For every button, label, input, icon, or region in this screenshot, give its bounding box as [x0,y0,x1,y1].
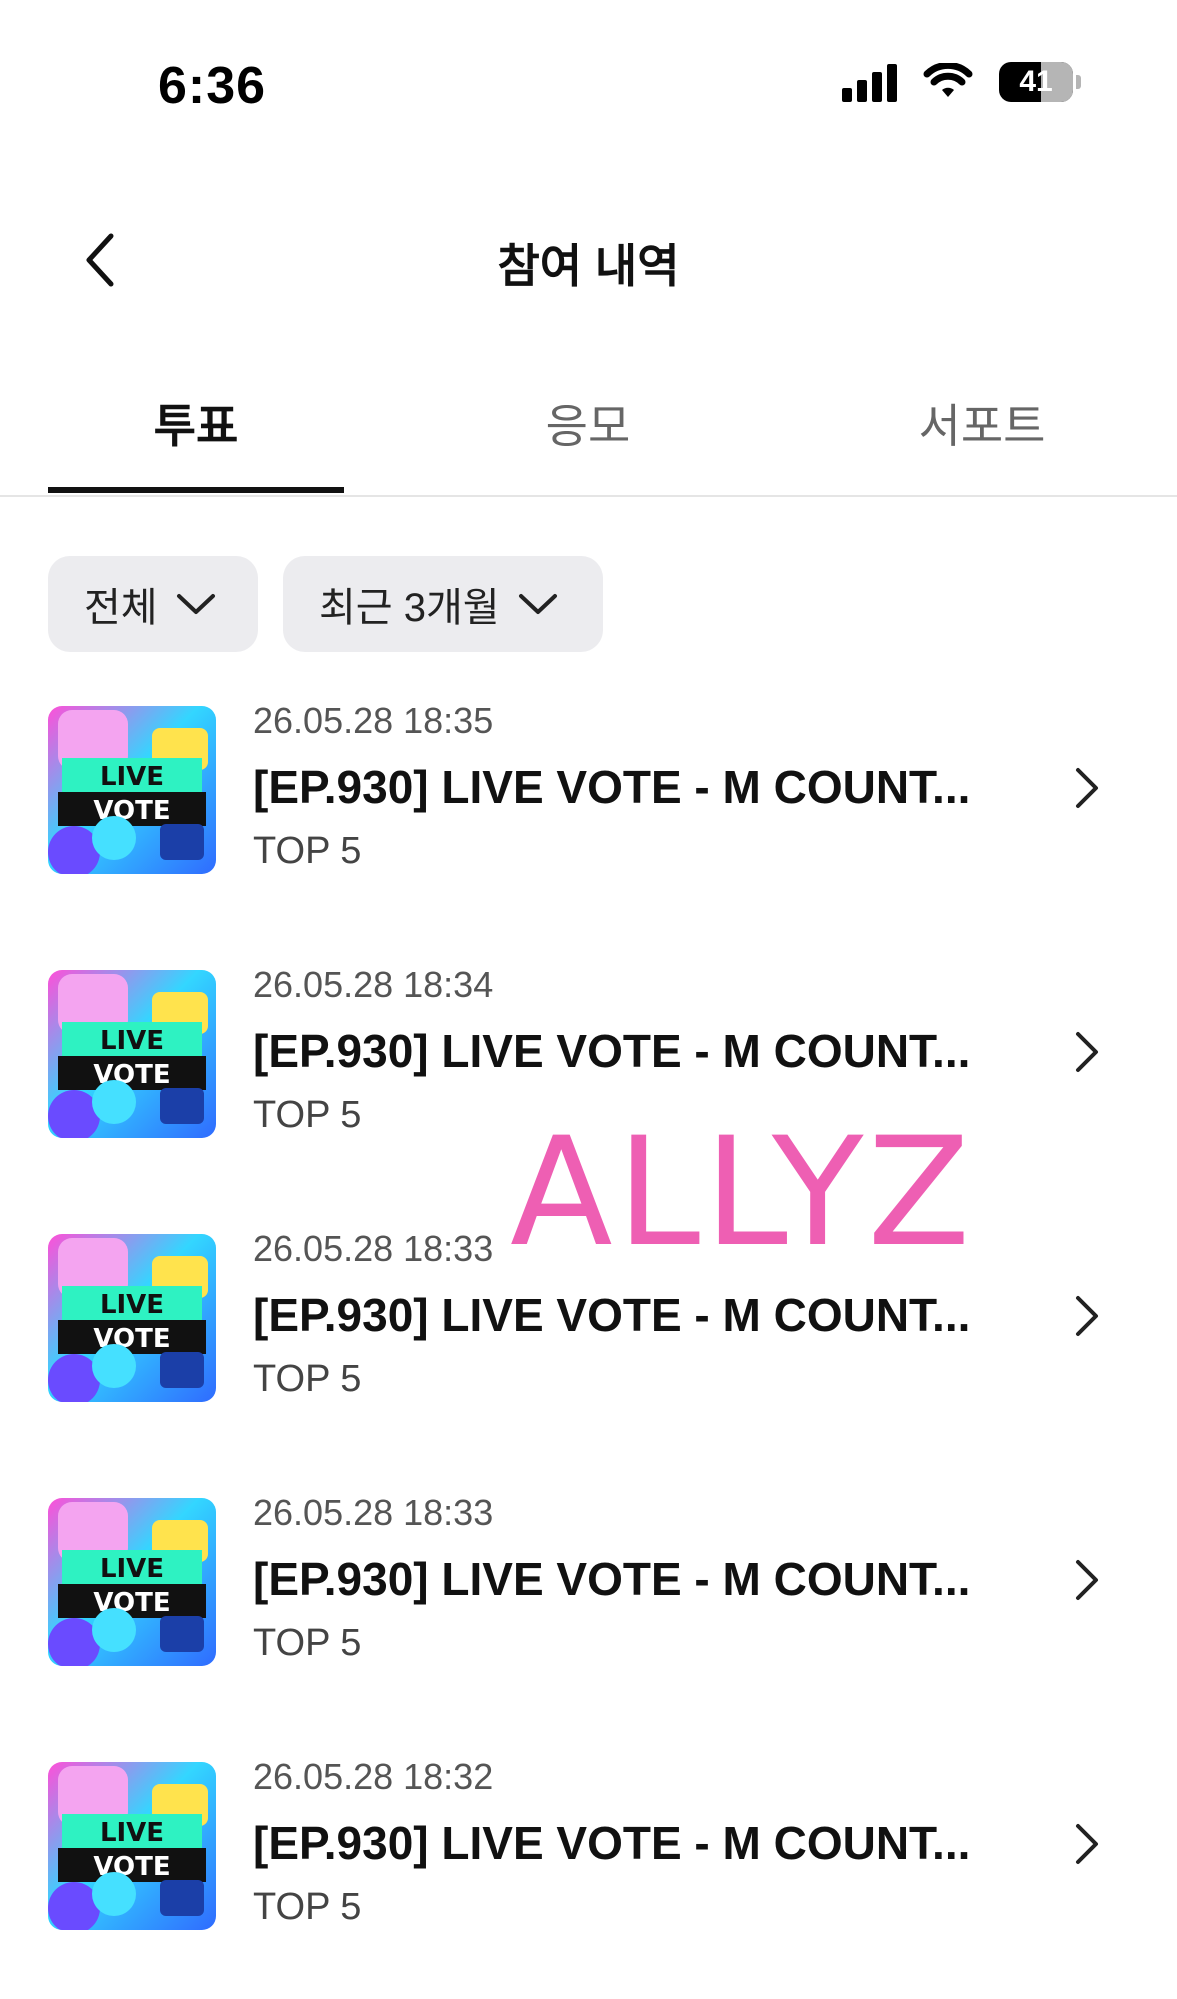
status-icons: 41 [842,62,1081,102]
svg-text:LIVE: LIVE [100,1026,164,1056]
vote-thumbnail: LIVE VOTE [48,1498,216,1666]
vote-thumbnail: LIVE VOTE [48,970,216,1138]
header: 참여 내역 [0,200,1177,320]
svg-text:LIVE: LIVE [100,1290,164,1320]
vote-date: 26.05.28 18:35 [253,700,494,741]
filter-all-label: 전체 [84,586,158,630]
list-item[interactable]: LIVE VOTE 26.05.28 18:35 [EP.930] LIVE V… [0,700,1177,880]
chevron-down-icon [176,594,215,614]
vote-rank: TOP 5 [253,1622,362,1664]
filter-period-dropdown[interactable]: 최근 3개월 [283,556,603,652]
battery-tip [1076,75,1081,89]
vote-date: 26.05.28 18:33 [253,1492,494,1533]
active-tab-indicator [48,487,344,493]
chevron-right-icon [1076,1032,1098,1072]
vote-thumbnail: LIVE VOTE [48,706,216,874]
vote-title: [EP.930] LIVE VOTE - M COUNT... [253,1025,971,1077]
svg-text:LIVE: LIVE [100,762,164,792]
tab-apply[interactable]: 응모 [440,390,736,456]
filter-all-dropdown[interactable]: 전체 [48,556,258,652]
tab-support[interactable]: 서포트 [834,390,1130,456]
list-item[interactable]: LIVE VOTE 26.05.28 18:33 [EP.930] LIVE V… [0,1492,1177,1672]
wifi-icon [923,63,973,97]
filter-period-label: 최근 3개월 [319,586,500,630]
tab-vote[interactable]: 투표 [48,390,344,456]
watermark-text: ALLYZ [510,1106,975,1280]
vote-date: 26.05.28 18:32 [253,1756,494,1797]
vote-rank: TOP 5 [253,1094,362,1136]
chevron-right-icon [1076,1824,1098,1864]
signal-icon [842,62,897,102]
vote-thumbnail: LIVE VOTE [48,1762,216,1930]
vote-title: [EP.930] LIVE VOTE - M COUNT... [253,761,971,813]
svg-text:LIVE: LIVE [100,1554,164,1584]
chevron-down-icon [518,594,557,614]
vote-rank: TOP 5 [253,830,362,872]
vote-thumbnail: LIVE VOTE [48,1234,216,1402]
list-item[interactable]: LIVE VOTE 26.05.28 18:32 [EP.930] LIVE V… [0,1756,1177,1936]
vote-title: [EP.930] LIVE VOTE - M COUNT... [253,1289,971,1341]
status-bar: 6:36 41 [0,0,1177,170]
status-time: 6:36 [158,57,267,115]
chevron-right-icon [1076,1560,1098,1600]
vote-rank: TOP 5 [253,1358,362,1400]
vote-date: 26.05.28 18:34 [253,964,494,1005]
chevron-right-icon [1076,1296,1098,1336]
chevron-right-icon [1076,768,1098,808]
svg-text:LIVE: LIVE [100,1818,164,1848]
vote-date: 26.05.28 18:33 [253,1228,494,1269]
tab-bar: 투표 응모 서포트 [0,370,1177,497]
vote-title: [EP.930] LIVE VOTE - M COUNT... [253,1553,971,1605]
vote-title: [EP.930] LIVE VOTE - M COUNT... [253,1817,971,1869]
vote-rank: TOP 5 [253,1886,362,1928]
page-title: 참여 내역 [497,240,680,292]
battery-level: 41 [1019,65,1053,98]
battery-icon: 41 [999,62,1073,102]
